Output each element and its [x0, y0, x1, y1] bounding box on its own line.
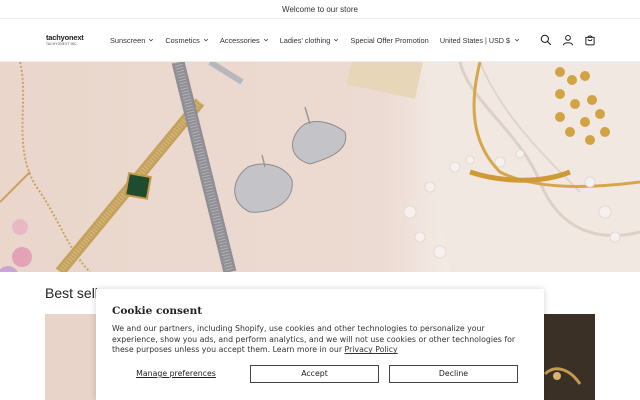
- nav-item-label: Sunscreen: [110, 35, 146, 45]
- cookie-title: Cookie consent: [112, 305, 203, 317]
- site-header: tachyonext TACHYONEXT INC. Sunscreen Cos…: [0, 19, 640, 62]
- nav-item-label: Special Offer Promotion: [350, 35, 429, 45]
- logo-name: tachyonext: [46, 33, 84, 43]
- country-selector[interactable]: United States | USD $: [440, 36, 520, 45]
- chevron-down-icon: [334, 38, 339, 42]
- chevron-down-icon: [514, 38, 520, 42]
- decline-button[interactable]: Decline: [389, 365, 518, 383]
- product-jewelry-image: [535, 314, 595, 400]
- nav-item-ladies-clothing[interactable]: Ladies' clothing: [280, 36, 340, 45]
- chevron-down-icon: [203, 38, 208, 42]
- nav-item-cosmetics[interactable]: Cosmetics: [165, 36, 209, 45]
- cookie-body: We and our partners, including Shopify, …: [112, 324, 516, 355]
- nav-item-label: Cosmetics: [165, 35, 200, 45]
- manage-preferences-link[interactable]: Manage preferences: [112, 365, 240, 383]
- nav-item-label: Accessories: [219, 35, 260, 45]
- announcement-bar: Welcome to our store: [0, 0, 640, 19]
- chevron-down-icon: [263, 38, 268, 42]
- logo[interactable]: tachyonext TACHYONEXT INC.: [46, 34, 92, 46]
- product-card-image[interactable]: [535, 314, 595, 400]
- chevron-down-icon: [149, 38, 154, 42]
- main-nav: Sunscreen Cosmetics Accessories Ladies' …: [110, 36, 440, 45]
- search-icon[interactable]: [540, 34, 552, 46]
- country-selector-label: United States | USD $: [439, 35, 510, 45]
- cookie-message: We and our partners, including Shopify, …: [112, 324, 528, 356]
- hero-banner: [0, 62, 640, 272]
- nav-item-accessories[interactable]: Accessories: [220, 36, 269, 45]
- nav-item-special-offer[interactable]: Special Offer Promotion: [350, 36, 428, 45]
- nav-item-label: Ladies' clothing: [279, 35, 331, 45]
- accept-button[interactable]: Accept: [250, 365, 379, 383]
- announcement-text: Welcome to our store: [282, 5, 358, 14]
- nav-item-sunscreen[interactable]: Sunscreen: [110, 36, 154, 45]
- logo-tagline: TACHYONEXT INC.: [46, 41, 78, 46]
- account-icon[interactable]: [562, 34, 574, 46]
- privacy-policy-link[interactable]: Privacy Policy: [345, 345, 398, 354]
- header-actions: United States | USD $: [440, 34, 596, 46]
- cookie-actions: Manage preferences Accept Decline: [112, 365, 518, 383]
- hero-jewelry-image: [0, 62, 640, 272]
- cart-icon[interactable]: [584, 34, 596, 46]
- cookie-consent-dialog: Cookie consent We and our partners, incl…: [96, 289, 544, 400]
